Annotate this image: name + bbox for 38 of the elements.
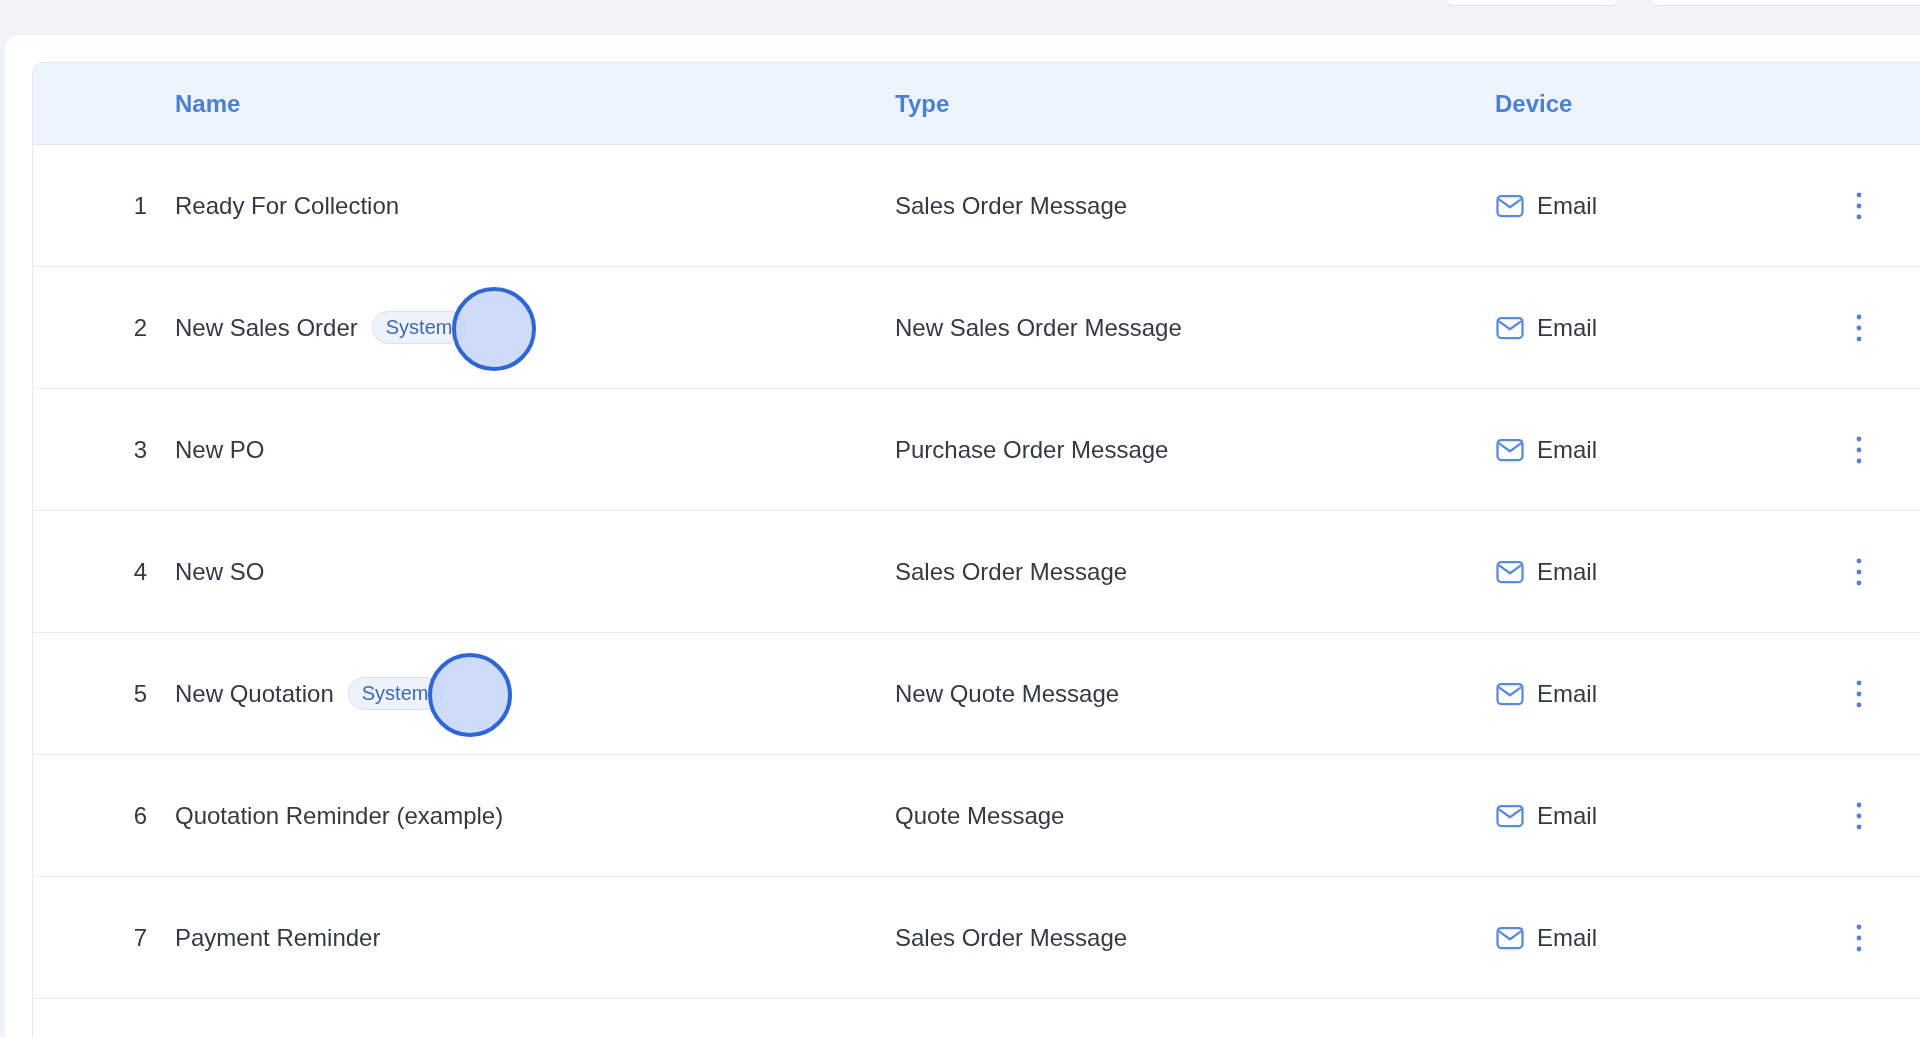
more-options-icon[interactable] — [1855, 434, 1863, 465]
template-name: New Quotation — [175, 679, 334, 708]
device-label: Email — [1537, 435, 1597, 464]
message-type: Purchase Order Message — [895, 435, 1169, 463]
row-number: 4 — [133, 557, 147, 585]
device-label: Email — [1537, 679, 1597, 708]
more-options-icon[interactable] — [1855, 922, 1863, 953]
more-options-icon[interactable] — [1855, 556, 1863, 587]
row-number: 5 — [133, 679, 147, 707]
template-name: Payment Reminder — [175, 923, 381, 952]
message-type: New Quote Message — [895, 679, 1120, 707]
column-header: Device — [1495, 89, 1573, 118]
column-header: Name — [175, 89, 241, 118]
device-label: Email — [1537, 313, 1597, 342]
template-name: New SO — [175, 557, 265, 586]
device-label: Email — [1537, 801, 1597, 830]
message-type: Sales Order Message — [895, 923, 1128, 951]
device-label: Email — [1537, 557, 1597, 586]
template-name: Ready For Collection — [175, 191, 400, 220]
row-number: 6 — [133, 801, 147, 829]
device-label: Email — [1537, 191, 1597, 220]
column-header: Type — [895, 89, 950, 117]
row-number: 1 — [133, 191, 147, 219]
template-name: Quotation Reminder (example) — [175, 801, 504, 830]
message-type: Sales Order Message — [895, 557, 1128, 585]
more-options-icon[interactable] — [1855, 678, 1863, 709]
message-type: New Sales Order Message — [895, 313, 1182, 341]
template-name: New Sales Order — [175, 313, 358, 342]
row-number: 3 — [133, 435, 147, 463]
message-type: Quote Message — [895, 801, 1065, 829]
message-type: Sales Order Message — [895, 191, 1128, 219]
more-options-icon[interactable] — [1855, 312, 1863, 343]
row-number: 7 — [133, 923, 147, 951]
more-options-icon[interactable] — [1855, 190, 1863, 221]
more-options-icon[interactable] — [1855, 800, 1863, 831]
template-name: New PO — [175, 435, 265, 464]
row-number: 2 — [133, 313, 147, 341]
device-label: Email — [1537, 923, 1597, 952]
